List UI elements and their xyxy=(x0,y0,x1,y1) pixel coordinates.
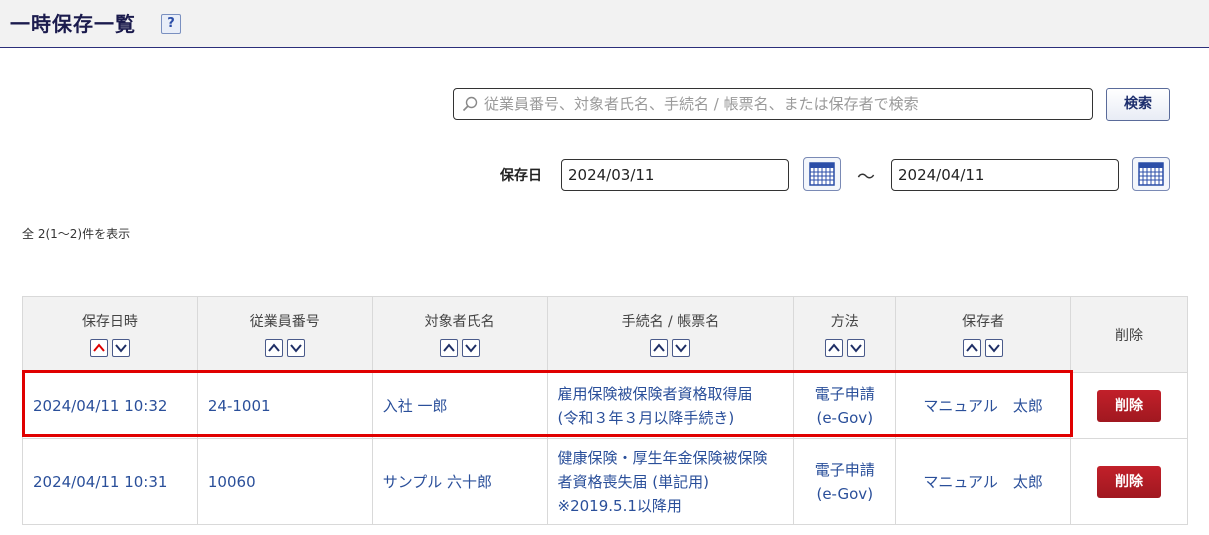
column-header: 対象者氏名 xyxy=(371,296,548,373)
table-row: 2024/04/11 10:32 24-1001 入社 一郎 雇用保険被保険者資… xyxy=(22,372,1188,439)
sort-desc-button[interactable] xyxy=(985,339,1004,357)
saved-list-table: 保存日時 従業員番号 対象者氏名 手続名 / 帳票名 方法 保存者 削除 202… xyxy=(22,296,1188,525)
saver-link[interactable]: マニュアル 太郎 xyxy=(923,473,1043,491)
procedure-line: (令和３年３月以降手続き) xyxy=(557,408,735,427)
calendar-to-button[interactable] xyxy=(1132,157,1170,191)
method-link[interactable]: 電子申請 (e-Gov) xyxy=(793,372,897,439)
sort-desc-button[interactable] xyxy=(672,339,691,357)
column-header-label: 保存日時 xyxy=(81,314,138,330)
method-line: 電子申請 xyxy=(814,460,875,479)
search-input[interactable] xyxy=(484,91,1084,117)
chevron-up-icon xyxy=(966,343,978,352)
employee-no-link[interactable]: 10060 xyxy=(208,473,256,491)
chevron-down-icon xyxy=(290,344,302,353)
chevron-down-icon xyxy=(849,344,862,353)
date-range-separator: ～ xyxy=(857,167,875,188)
help-icon[interactable]: ? xyxy=(161,14,181,34)
column-header: 方法 xyxy=(793,296,897,373)
chevron-down-icon xyxy=(115,344,127,353)
column-header: 保存日時 xyxy=(22,296,198,373)
delete-button[interactable]: 削除 xyxy=(1097,465,1162,498)
saved-at-link[interactable]: 2024/04/11 10:31 xyxy=(33,473,167,491)
date-filter-label: 保存日 xyxy=(500,168,542,184)
page-header: 一時保存一覧 ? xyxy=(0,0,1209,48)
column-header: 削除 xyxy=(1070,296,1188,373)
column-header-label: 手続名 / 帳票名 xyxy=(621,314,720,330)
sort-asc-button[interactable] xyxy=(650,339,669,357)
procedure-line: 健康保険・厚生年金保険被保険 xyxy=(557,448,768,467)
sort-desc-button[interactable] xyxy=(286,339,305,357)
chevron-up-icon xyxy=(653,343,666,352)
method-line: (e-Gov) xyxy=(816,408,874,427)
column-header-label: 対象者氏名 xyxy=(424,314,495,330)
saver-link[interactable]: マニュアル 太郎 xyxy=(923,397,1043,415)
page-title: 一時保存一覧 xyxy=(10,12,136,36)
sort-asc-button[interactable] xyxy=(89,339,108,357)
method-line: (e-Gov) xyxy=(816,484,874,503)
procedure-link[interactable]: 雇用保険被保険者資格取得届 (令和３年３月以降手続き) xyxy=(546,372,795,439)
chevron-up-icon xyxy=(268,343,280,352)
column-header-label: 従業員番号 xyxy=(249,314,320,330)
column-header: 保存者 xyxy=(895,296,1072,373)
search-icon xyxy=(462,96,478,112)
result-count: 全 2(1～2)件を表示 xyxy=(22,227,131,241)
calendar-from-button[interactable] xyxy=(803,157,841,191)
sort-asc-button[interactable] xyxy=(963,339,982,357)
column-header: 手続名 / 帳票名 xyxy=(546,296,795,373)
target-name-link[interactable]: 入社 一郎 xyxy=(383,397,448,415)
sort-desc-button[interactable] xyxy=(461,339,480,357)
sort-asc-button[interactable] xyxy=(824,339,843,357)
procedure-line: ※2019.5.1以降用 xyxy=(557,496,682,515)
table-row: 2024/04/11 10:31 10060 サンプル 六十郎 健康保険・厚生年… xyxy=(22,438,1188,525)
date-to-input[interactable]: 2024/04/11 xyxy=(891,159,1119,191)
method-line: 電子申請 xyxy=(814,384,875,403)
sort-asc-button[interactable] xyxy=(264,339,283,357)
employee-no-link[interactable]: 24-1001 xyxy=(208,397,271,415)
chevron-up-icon xyxy=(93,343,105,352)
chevron-down-icon xyxy=(464,344,477,353)
calendar-icon xyxy=(809,162,835,186)
saved-at-link[interactable]: 2024/04/11 10:32 xyxy=(33,397,167,415)
delete-button[interactable]: 削除 xyxy=(1097,389,1162,422)
target-name-link[interactable]: サンプル 六十郎 xyxy=(383,473,492,491)
table-header-row: 保存日時 従業員番号 対象者氏名 手続名 / 帳票名 方法 保存者 削除 xyxy=(22,296,1188,373)
column-header: 従業員番号 xyxy=(196,296,373,373)
search-button[interactable]: 検索 xyxy=(1106,88,1170,121)
sort-desc-button[interactable] xyxy=(846,339,865,357)
procedure-line: 雇用保険被保険者資格取得届 xyxy=(557,384,753,403)
method-link[interactable]: 電子申請 (e-Gov) xyxy=(793,438,897,525)
chevron-down-icon xyxy=(675,344,688,353)
search-box xyxy=(453,88,1093,120)
chevron-up-icon xyxy=(442,343,455,352)
procedure-line: 者資格喪失届 (単記用) xyxy=(557,472,710,491)
sort-desc-button[interactable] xyxy=(111,339,130,357)
calendar-icon xyxy=(1138,162,1164,186)
procedure-link[interactable]: 健康保険・厚生年金保険被保険 者資格喪失届 (単記用) ※2019.5.1以降用 xyxy=(546,438,795,525)
chevron-down-icon xyxy=(988,344,1000,353)
column-header-label: 削除 xyxy=(1115,327,1144,344)
date-from-input[interactable]: 2024/03/11 xyxy=(561,159,789,191)
sort-asc-button[interactable] xyxy=(439,339,458,357)
column-header-label: 方法 xyxy=(830,314,859,330)
chevron-up-icon xyxy=(827,343,840,352)
column-header-label: 保存者 xyxy=(962,314,1005,330)
